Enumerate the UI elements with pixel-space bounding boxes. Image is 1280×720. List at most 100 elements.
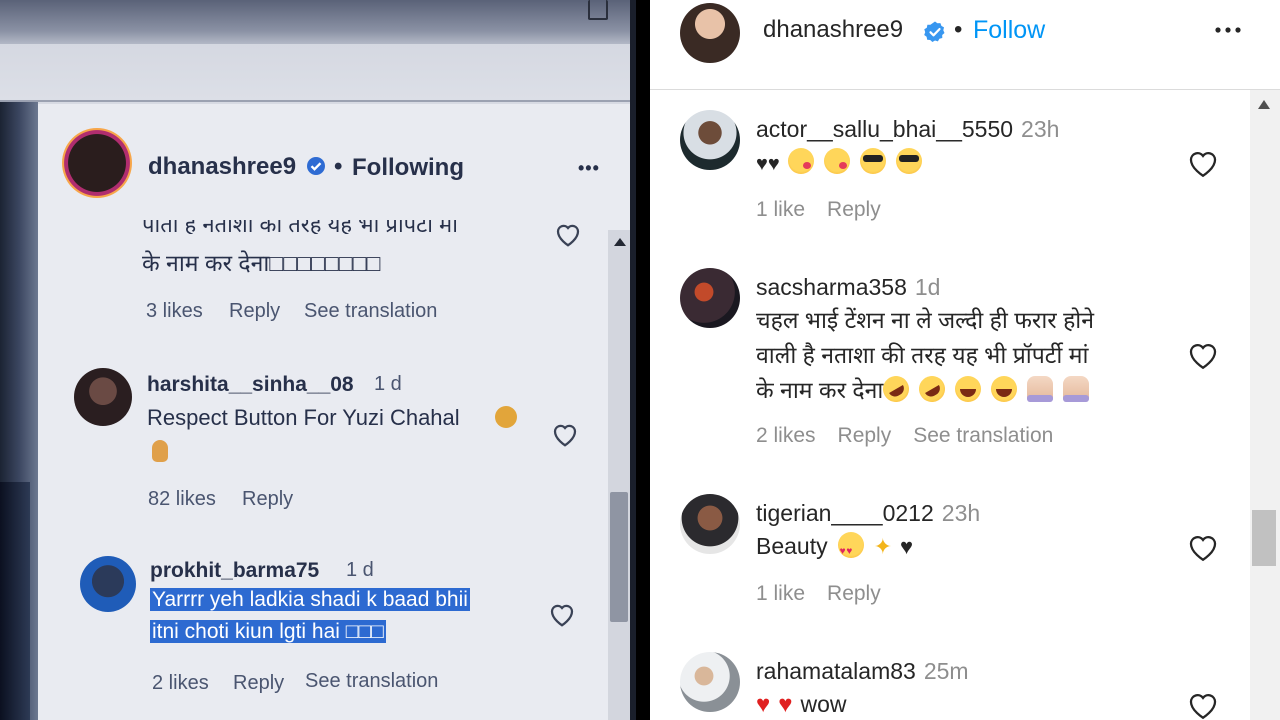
rofl-emoji-icon <box>914 371 951 407</box>
photo-comment-2-username: harshita__sinha__08 <box>147 373 354 396</box>
comment-avatar[interactable] <box>680 652 740 712</box>
left-photo: dhanashree9 • Following ••• पाता ह नताशा… <box>0 0 636 720</box>
kiss-emoji-icon <box>823 148 850 174</box>
header-dot-separator: • <box>954 16 963 43</box>
like-heart-icon[interactable] <box>1186 689 1220 720</box>
comment-text-line-emoji: के नाम कर देना <box>756 371 1099 408</box>
photo-comment-2-avatar <box>74 368 132 426</box>
sparkles-icon: ✦ <box>873 534 893 559</box>
window-icon <box>588 0 608 20</box>
comment-time: 1d <box>914 274 941 300</box>
highlighted-text: itni choti kiun lgti hai □□□ <box>150 620 386 643</box>
photo-comment-3-likes: 2 likes <box>152 672 209 694</box>
post-header: dhanashree9 • Follow <box>650 0 1280 90</box>
reply-button[interactable]: Reply <box>827 198 881 221</box>
comment-text: चहल भाई टेंशन ना ले जल्दी ही फरार होने व… <box>756 303 1099 408</box>
comments-scrollbar[interactable] <box>1250 90 1280 720</box>
browser-band <box>0 44 636 102</box>
black-heart-icon: ♥ <box>756 153 768 175</box>
comment-avatar[interactable] <box>680 110 740 170</box>
sunglasses-emoji-icon <box>895 148 922 174</box>
comment-text: ♥ ♥ wow <box>756 687 847 720</box>
comment-avatar[interactable] <box>680 268 740 328</box>
photo-comment-3-reply: Reply <box>233 672 285 694</box>
see-translation-button[interactable]: See translation <box>913 424 1053 447</box>
comment-username[interactable]: sacsharma358 <box>756 274 907 300</box>
photo-comment-1-line-2: के नाम कर देना□□□□□□□□ <box>142 250 381 276</box>
monitor-top-bar <box>0 0 636 44</box>
more-options-icon[interactable] <box>1212 14 1244 46</box>
follow-button[interactable]: Follow <box>973 16 1045 45</box>
like-heart-icon[interactable] <box>1186 339 1220 371</box>
photo-comment-2-likes: 82 likes <box>148 488 216 510</box>
photo-header-avatar <box>62 128 132 198</box>
photo-heart-eyes-emoji <box>495 406 517 428</box>
red-heart-icon: ♥ <box>778 691 793 718</box>
photo-comment-1-see-translation: See translation <box>304 300 438 322</box>
comment-header: rahamatalam83 25m <box>756 658 969 685</box>
photo-comment-3-line-1: Yarrrr yeh ladkia shadi k baad bhii <box>150 588 470 612</box>
photo-header-dot: • <box>334 153 343 180</box>
joy-emoji-icon <box>991 376 1018 402</box>
photo-scroll-up-icon <box>614 238 626 246</box>
photo-comment-3-username: prokhit_barma75 <box>150 559 320 582</box>
comment-time: 23h <box>1021 116 1060 142</box>
photo-heart-icon <box>556 224 580 247</box>
comment-text-line: वाली है नताशा की तरह यह भी प्रॉपर्टी मां <box>756 342 1089 368</box>
photo-comment-1-reply: Reply <box>229 300 281 322</box>
comment-text-line: चहल भाई टेंशन ना ले जल्दी ही फरार होने <box>756 307 1095 333</box>
photo-scrollbar <box>608 230 630 720</box>
comment-username[interactable]: actor__sallu_bhai__5550 <box>756 116 1013 142</box>
heart-eyes-emoji-icon <box>837 532 864 569</box>
photo-comment-3-time: 1 d <box>346 559 374 581</box>
verified-badge-icon <box>924 21 945 42</box>
photo-heart-icon <box>550 604 574 627</box>
monitor-bezel <box>0 102 38 720</box>
photo-comment-1-likes: 3 likes <box>146 300 203 322</box>
photo-hand-emoji <box>152 440 168 462</box>
comment-meta: 2 likes Reply See translation <box>756 424 1075 448</box>
scroll-thumb[interactable] <box>1252 510 1276 566</box>
photo-comment-3-line-2: itni choti kiun lgti hai □□□ <box>150 620 386 644</box>
comment-time: 25m <box>923 658 969 684</box>
comment-time: 23h <box>941 500 981 526</box>
pray-emoji-icon <box>1063 376 1090 402</box>
joy-emoji-icon <box>955 376 982 402</box>
comment-header: sacsharma358 1d <box>756 274 940 301</box>
comment-header: tigerian____0212 23h <box>756 500 980 527</box>
comment-meta: 1 like Reply <box>756 582 903 606</box>
comment-meta: 1 like Reply <box>756 198 903 222</box>
photo-scroll-thumb <box>610 492 628 622</box>
comment-username[interactable]: tigerian____0212 <box>756 500 934 526</box>
comment-likes[interactable]: 2 likes <box>756 424 816 447</box>
reply-button[interactable]: Reply <box>838 424 892 447</box>
comment-text: Beauty✦♥ <box>756 529 921 569</box>
photo-comment-3-avatar <box>80 556 136 612</box>
photo-header-username: dhanashree9 <box>148 153 297 180</box>
comment-likes[interactable]: 1 like <box>756 582 805 605</box>
pray-emoji-icon <box>1027 376 1054 402</box>
scroll-up-icon[interactable] <box>1258 100 1270 109</box>
photo-verified-icon <box>307 157 325 175</box>
post-author-username[interactable]: dhanashree9 <box>763 16 903 44</box>
photo-following-label: Following <box>352 154 464 181</box>
like-heart-icon[interactable] <box>1186 531 1220 563</box>
comment-username[interactable]: rahamatalam83 <box>756 658 916 684</box>
like-heart-icon[interactable] <box>1186 147 1220 179</box>
photo-comment-2-text: Respect Button For Yuzi Chahal <box>147 405 460 430</box>
comment-text: ♥♥ <box>756 145 932 182</box>
photo-more-icon: ••• <box>578 158 600 178</box>
kiss-emoji-icon <box>787 148 814 174</box>
photo-heart-icon <box>553 424 577 447</box>
comment-avatar[interactable] <box>680 494 740 554</box>
black-heart-icon: ♥ <box>900 534 914 559</box>
rofl-emoji-icon <box>878 371 915 407</box>
photo-comment-3-see-translation: See translation <box>305 670 439 692</box>
post-author-avatar[interactable] <box>680 3 740 63</box>
photo-comment-2-reply: Reply <box>242 488 294 510</box>
instagram-comments-panel: dhanashree9 • Follow actor__sallu_bhai__… <box>650 0 1280 720</box>
comment-likes[interactable]: 1 like <box>756 198 805 221</box>
image-divider <box>636 0 650 720</box>
black-heart-icon: ♥ <box>767 153 780 175</box>
reply-button[interactable]: Reply <box>827 582 881 605</box>
